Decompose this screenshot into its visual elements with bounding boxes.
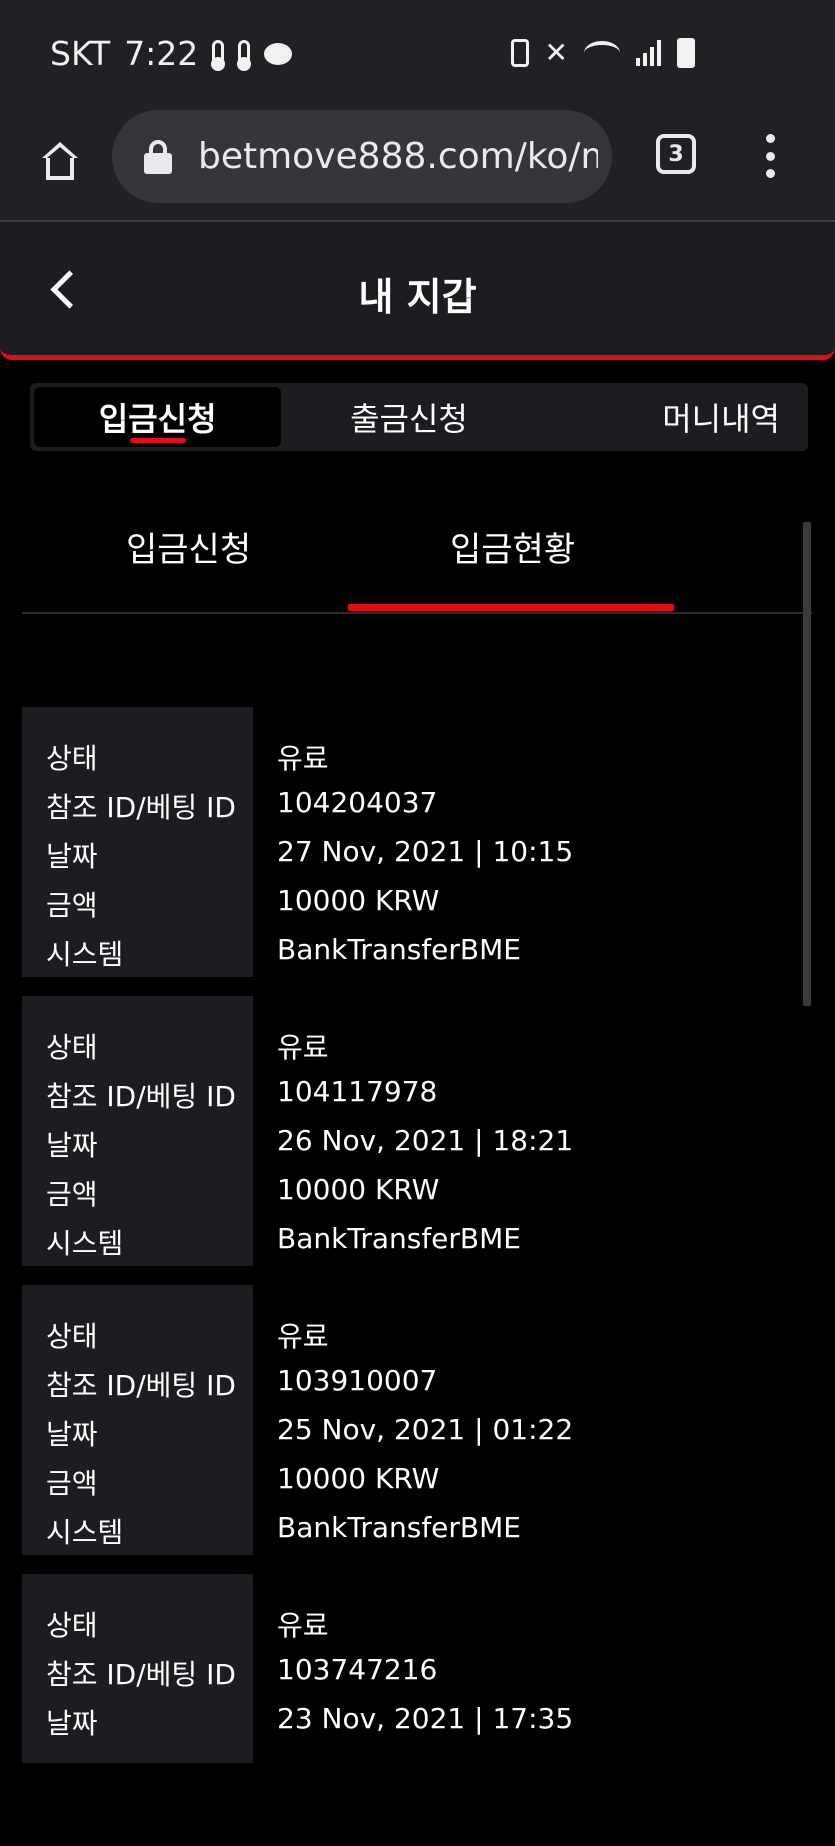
- field-label: 금액: [46, 1467, 98, 1500]
- record-row-status: 상태 유료: [22, 731, 812, 780]
- record-row-date: 날짜 27 Nov, 2021 | 10:15: [22, 829, 812, 878]
- field-value: 10000 KRW: [277, 1173, 440, 1206]
- tab-label: 머니내역: [662, 400, 780, 438]
- field-value: 유료: [277, 742, 329, 775]
- carrier-label: SKT: [50, 34, 111, 73]
- home-icon: [40, 142, 80, 182]
- field-label: 날짜: [46, 840, 98, 873]
- record-row-status: 상태 유료: [22, 1598, 812, 1647]
- status-left: SKT 7:22: [50, 34, 293, 73]
- field-label: 날짜: [46, 1418, 98, 1451]
- record-row-status: 상태 유료: [22, 1309, 812, 1358]
- tab-deposit-request[interactable]: 입금신청: [34, 387, 282, 447]
- record-row-amount: 금액 10000 KRW: [22, 1167, 812, 1216]
- field-label: 상태: [46, 742, 98, 775]
- lock-icon: [144, 139, 172, 174]
- tab-switcher-button[interactable]: 3: [656, 134, 696, 174]
- field-value: BankTransferBME: [277, 1222, 521, 1255]
- battery-saver-icon: [510, 38, 529, 67]
- thermometer-icon: [211, 39, 226, 71]
- record-row-date: 날짜 23 Nov, 2021 | 17:35: [22, 1696, 812, 1745]
- field-label: 참조 ID/베팅 ID: [46, 1658, 236, 1691]
- clock: 7:22: [124, 34, 199, 73]
- record-row-amount: 금액 10000 KRW: [22, 878, 812, 927]
- main-tab-bar: 입금신청 출금신청 머니내역: [30, 383, 808, 451]
- field-value: 27 Nov, 2021 | 10:15: [277, 835, 574, 868]
- browser-toolbar: betmove888.com/ko/mi 3: [0, 110, 835, 222]
- home-button[interactable]: [30, 132, 90, 192]
- deposit-record: 상태 유료 참조 ID/베팅 ID 104204037 날짜 27 Nov, 2…: [22, 707, 812, 979]
- tab-withdraw-request[interactable]: 출금신청: [285, 383, 532, 451]
- field-value: 26 Nov, 2021 | 18:21: [277, 1124, 574, 1157]
- signal-icon: [636, 39, 661, 66]
- field-value: 유료: [277, 1031, 329, 1064]
- tab-label: 출금신청: [350, 400, 468, 438]
- record-row-ref-id: 참조 ID/베팅 ID 103910007: [22, 1358, 812, 1407]
- record-row-date: 날짜 25 Nov, 2021 | 01:22: [22, 1407, 812, 1456]
- field-label: 시스템: [46, 1516, 124, 1549]
- field-label: 시스템: [46, 938, 124, 971]
- field-value: 104117978: [277, 1075, 438, 1108]
- record-row-system: 시스템 BankTransferBME: [22, 1505, 812, 1554]
- address-bar[interactable]: betmove888.com/ko/mi: [112, 110, 612, 203]
- field-label: 날짜: [46, 1129, 98, 1162]
- record-row-system: 시스템 BankTransferBME: [22, 1216, 812, 1265]
- field-label: 참조 ID/베팅 ID: [46, 1369, 236, 1402]
- field-label: 참조 ID/베팅 ID: [46, 791, 236, 824]
- field-label: 상태: [46, 1609, 98, 1642]
- url-text: betmove888.com/ko/mi: [198, 136, 598, 177]
- field-label: 날짜: [46, 1707, 98, 1740]
- field-label: 상태: [46, 1320, 98, 1353]
- active-tab-indicator: [129, 438, 186, 443]
- active-subtab-indicator: [348, 604, 674, 611]
- field-value: 23 Nov, 2021 | 17:35: [277, 1702, 574, 1735]
- record-row-amount: 금액 10000 KRW: [22, 1456, 812, 1505]
- field-value: BankTransferBME: [277, 933, 521, 966]
- field-value: 103910007: [277, 1364, 438, 1397]
- field-value: BankTransferBME: [277, 1511, 521, 1544]
- field-value: 유료: [277, 1320, 329, 1353]
- record-row-ref-id: 참조 ID/베팅 ID 103747216: [22, 1647, 812, 1696]
- field-label: 참조 ID/베팅 ID: [46, 1080, 236, 1113]
- field-value: 10000 KRW: [277, 884, 440, 917]
- sub-tab-bar: 입금신청 입금현황: [22, 512, 812, 614]
- subtab-deposit-status[interactable]: 입금현황: [450, 522, 575, 571]
- field-value: 104204037: [277, 786, 438, 819]
- chat-bubble-icon: [264, 42, 293, 65]
- field-value: 103747216: [277, 1653, 438, 1686]
- field-value: 유료: [277, 1609, 329, 1642]
- page-title: 내 지갑: [358, 275, 477, 319]
- deposit-record: 상태 유료 참조 ID/베팅 ID 104117978 날짜 26 Nov, 2…: [22, 996, 812, 1268]
- more-menu-icon[interactable]: [760, 134, 780, 178]
- record-row-status: 상태 유료: [22, 1020, 812, 1069]
- app-header: 내 지갑: [0, 222, 835, 360]
- field-label: 금액: [46, 889, 98, 922]
- field-label: 시스템: [46, 1227, 124, 1260]
- thermometer-icon: [237, 39, 252, 71]
- mute-icon: ✕: [544, 36, 568, 69]
- record-row-ref-id: 참조 ID/베팅 ID 104204037: [22, 780, 812, 829]
- status-right: ✕: [510, 36, 695, 69]
- tab-money-history[interactable]: 머니내역: [533, 383, 808, 451]
- field-value: 10000 KRW: [277, 1462, 440, 1495]
- record-row-ref-id: 참조 ID/베팅 ID 104117978: [22, 1069, 812, 1118]
- status-bar: SKT 7:22 ✕: [0, 0, 835, 110]
- subtab-deposit-request[interactable]: 입금신청: [126, 522, 251, 571]
- tab-label: 입금신청: [98, 400, 217, 438]
- field-label: 상태: [46, 1031, 98, 1064]
- battery-icon: [677, 37, 695, 68]
- wifi-icon: [584, 40, 620, 65]
- deposit-record: 상태 유료 참조 ID/베팅 ID 103910007 날짜 25 Nov, 2…: [22, 1285, 812, 1557]
- field-value: 25 Nov, 2021 | 01:22: [277, 1413, 574, 1446]
- record-row-date: 날짜 26 Nov, 2021 | 18:21: [22, 1118, 812, 1167]
- record-row-system: 시스템 BankTransferBME: [22, 927, 812, 976]
- field-label: 금액: [46, 1178, 98, 1211]
- deposit-record: 상태 유료 참조 ID/베팅 ID 103747216 날짜 23 Nov, 2…: [22, 1574, 812, 1846]
